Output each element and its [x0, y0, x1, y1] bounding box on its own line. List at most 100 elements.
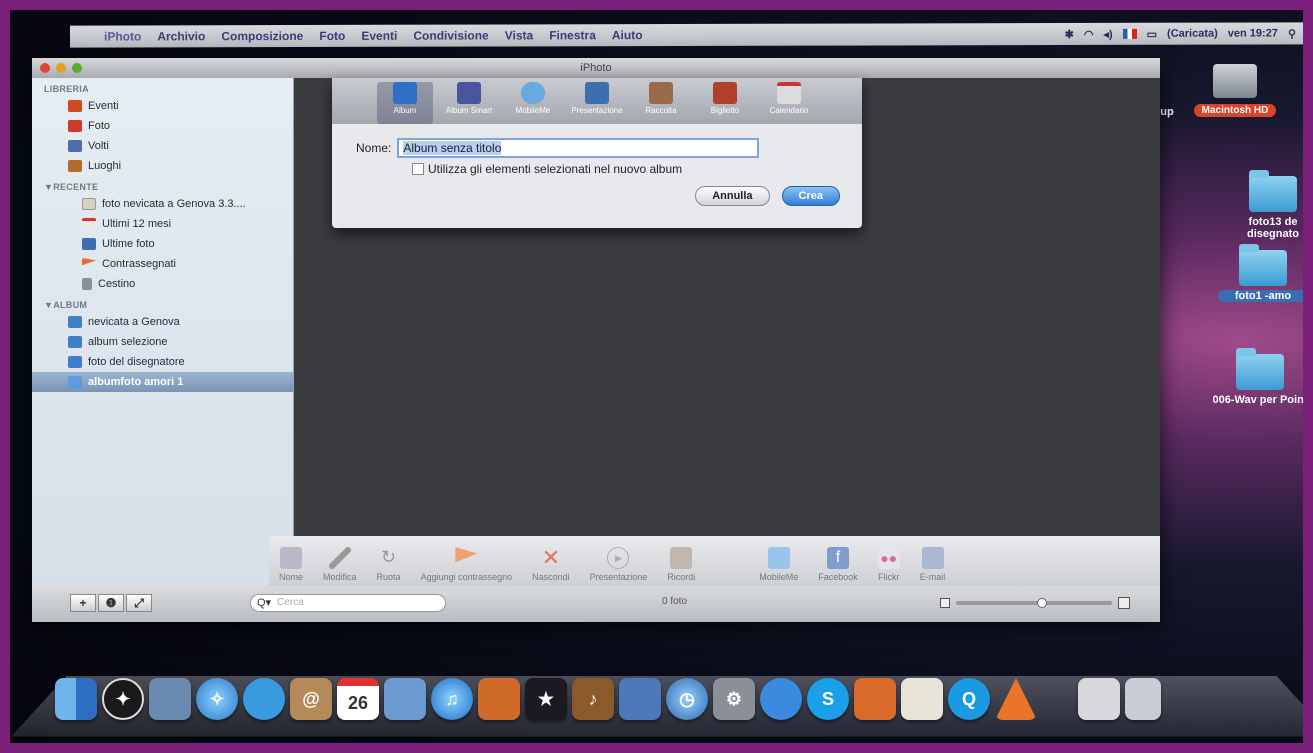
sidebar-item-album-1[interactable]: nevicata a Genova [32, 312, 293, 332]
safari-icon[interactable]: ✧ [196, 678, 238, 720]
facebook-button[interactable]: f Facebook [808, 547, 868, 586]
finder-icon[interactable] [55, 678, 97, 720]
cancel-button[interactable]: Annulla [695, 186, 770, 206]
slideshow-button[interactable]: ▶ Presentazione [580, 547, 658, 586]
volume-icon[interactable]: ◂) [1103, 27, 1112, 40]
hide-button[interactable]: ✕ Nascondi [522, 547, 580, 586]
section-album[interactable]: ▼ALBUM [32, 294, 293, 312]
textedit-icon[interactable] [901, 678, 943, 720]
ichat-icon[interactable] [243, 678, 285, 720]
time-machine-icon[interactable]: ◷ [666, 678, 708, 720]
messenger-icon[interactable] [760, 678, 802, 720]
zoom-out-icon[interactable] [940, 598, 950, 608]
bluetooth-icon[interactable]: ✱ [1065, 27, 1074, 40]
close-button[interactable] [40, 63, 50, 73]
search-field[interactable]: Q▾ Cerca [250, 594, 446, 612]
vlc-icon[interactable] [995, 678, 1037, 720]
memories-button[interactable]: Ricordi [657, 547, 705, 586]
window-titlebar[interactable]: iPhoto [32, 58, 1160, 78]
tab-album[interactable]: Album [377, 82, 433, 124]
sidebar-item-ultimi-12-mesi[interactable]: Ultimi 12 mesi [32, 214, 293, 234]
iphoto-dock-icon[interactable] [384, 678, 426, 720]
tab-raccolta[interactable]: Raccolta [633, 82, 689, 124]
zoom-slider[interactable] [940, 597, 1130, 609]
add-button[interactable]: + [70, 594, 96, 612]
sidebar-item-album-4[interactable]: albumfoto amori 1 [32, 372, 293, 392]
zoom-track[interactable] [956, 598, 1112, 608]
sidebar-item-contrassegnati[interactable]: Contrassegnati [32, 254, 293, 274]
menu-eventi[interactable]: Eventi [353, 29, 405, 43]
info-toggle-button[interactable]: ❶ [98, 594, 124, 612]
keynote-icon[interactable] [854, 678, 896, 720]
quicktime-icon[interactable]: Q [948, 678, 990, 720]
garageband-icon[interactable]: ♪ [572, 678, 614, 720]
person-icon [280, 547, 302, 569]
sidebar-item-luoghi[interactable]: Luoghi [32, 156, 293, 176]
folder-foto13[interactable]: foto13 de disegnato [1228, 170, 1303, 240]
downloads-stack-icon[interactable] [1078, 678, 1120, 720]
mail-icon[interactable] [149, 678, 191, 720]
menu-condivisione[interactable]: Condivisione [405, 29, 496, 43]
menu-app[interactable]: iPhoto [96, 29, 149, 43]
create-button[interactable]: Crea [781, 186, 840, 206]
smart-album-icon [457, 82, 481, 104]
spotlight-icon[interactable]: ⚲ [1288, 27, 1296, 40]
ical-icon[interactable]: 26 [337, 678, 379, 720]
battery-icon[interactable]: ▭ [1147, 27, 1157, 40]
use-selected-checkbox[interactable] [412, 163, 424, 175]
address-book-icon[interactable]: @ [290, 678, 332, 720]
sidebar-item-eventi[interactable]: Eventi [32, 96, 293, 116]
menu-archivio[interactable]: Archivio [149, 29, 213, 43]
menu-composizione[interactable]: Composizione [213, 29, 311, 43]
menu-clock[interactable]: ven 19:27 [1228, 27, 1278, 39]
status-bar: + ❶ ⤢ Q▾ Cerca 0 foto [32, 586, 1160, 622]
tab-album-smart[interactable]: Album Smart [441, 82, 497, 124]
system-preferences-icon[interactable]: ⚙ [713, 678, 755, 720]
spaces-icon[interactable] [619, 678, 661, 720]
minimize-button[interactable] [56, 63, 66, 73]
sidebar-item-recent-event[interactable]: foto nevicata a Genova 3.3.... [32, 194, 293, 214]
trash-icon [82, 278, 92, 290]
trash-dock-icon[interactable] [1125, 678, 1161, 720]
sidebar-item-cestino[interactable]: Cestino [32, 274, 293, 294]
sidebar-item-foto[interactable]: Foto [32, 116, 293, 136]
battery-status[interactable]: (Caricata) [1167, 28, 1218, 40]
tab-mobileme[interactable]: MobileMe [505, 82, 561, 124]
email-button[interactable]: E-mail [910, 547, 956, 586]
sidebar-item-album-2[interactable]: album selezione [32, 332, 293, 352]
sidebar-item-volti[interactable]: Volti [32, 136, 293, 156]
fullscreen-button[interactable]: ⤢ [126, 594, 152, 612]
edit-button[interactable]: Modifica [313, 547, 367, 586]
folder-foto1[interactable]: foto1 -amo [1218, 244, 1303, 302]
imovie-icon[interactable]: ★ [525, 678, 567, 720]
tab-presentazione[interactable]: Presentazione [569, 82, 625, 124]
tab-calendario[interactable]: Calendario [761, 82, 817, 124]
zoom-in-icon[interactable] [1118, 597, 1130, 609]
dashboard-icon[interactable]: ✦ [102, 678, 144, 720]
section-recente[interactable]: ▼RECENTE [32, 176, 293, 194]
folder-icon [1236, 348, 1284, 390]
menu-foto[interactable]: Foto [311, 29, 353, 43]
info-button[interactable]: Nome [269, 547, 313, 586]
photo-booth-icon[interactable] [478, 678, 520, 720]
sidebar-item-ultime-foto[interactable]: Ultime foto [32, 234, 293, 254]
flickr-button[interactable]: ●● Flickr [868, 547, 910, 586]
skype-icon[interactable]: S [807, 678, 849, 720]
faces-icon [68, 140, 82, 152]
flag-button[interactable]: Aggiungi contrassegno [411, 547, 523, 586]
menu-vista[interactable]: Vista [497, 28, 541, 42]
mobileme-button[interactable]: MobileMe [749, 547, 808, 586]
menu-finestra[interactable]: Finestra [541, 28, 604, 42]
sidebar-item-album-3[interactable]: foto del disegnatore [32, 352, 293, 372]
zoom-knob[interactable] [1036, 598, 1047, 608]
macintosh-hd-icon[interactable]: Macintosh HD [1190, 64, 1280, 117]
wifi-icon[interactable]: ◠ [1084, 27, 1094, 40]
tab-biglietto[interactable]: Biglietto [697, 82, 753, 124]
itunes-icon[interactable]: ♫ [431, 678, 473, 720]
album-name-field[interactable]: Album senza titolo [397, 138, 760, 158]
folder-006-wav[interactable]: 006-Wav per Point [1210, 348, 1303, 406]
rotate-button[interactable]: ↻ Ruota [367, 547, 411, 586]
menu-aiuto[interactable]: Aiuto [604, 28, 651, 42]
zoom-button[interactable] [72, 63, 82, 73]
input-flag-icon[interactable] [1122, 28, 1137, 39]
